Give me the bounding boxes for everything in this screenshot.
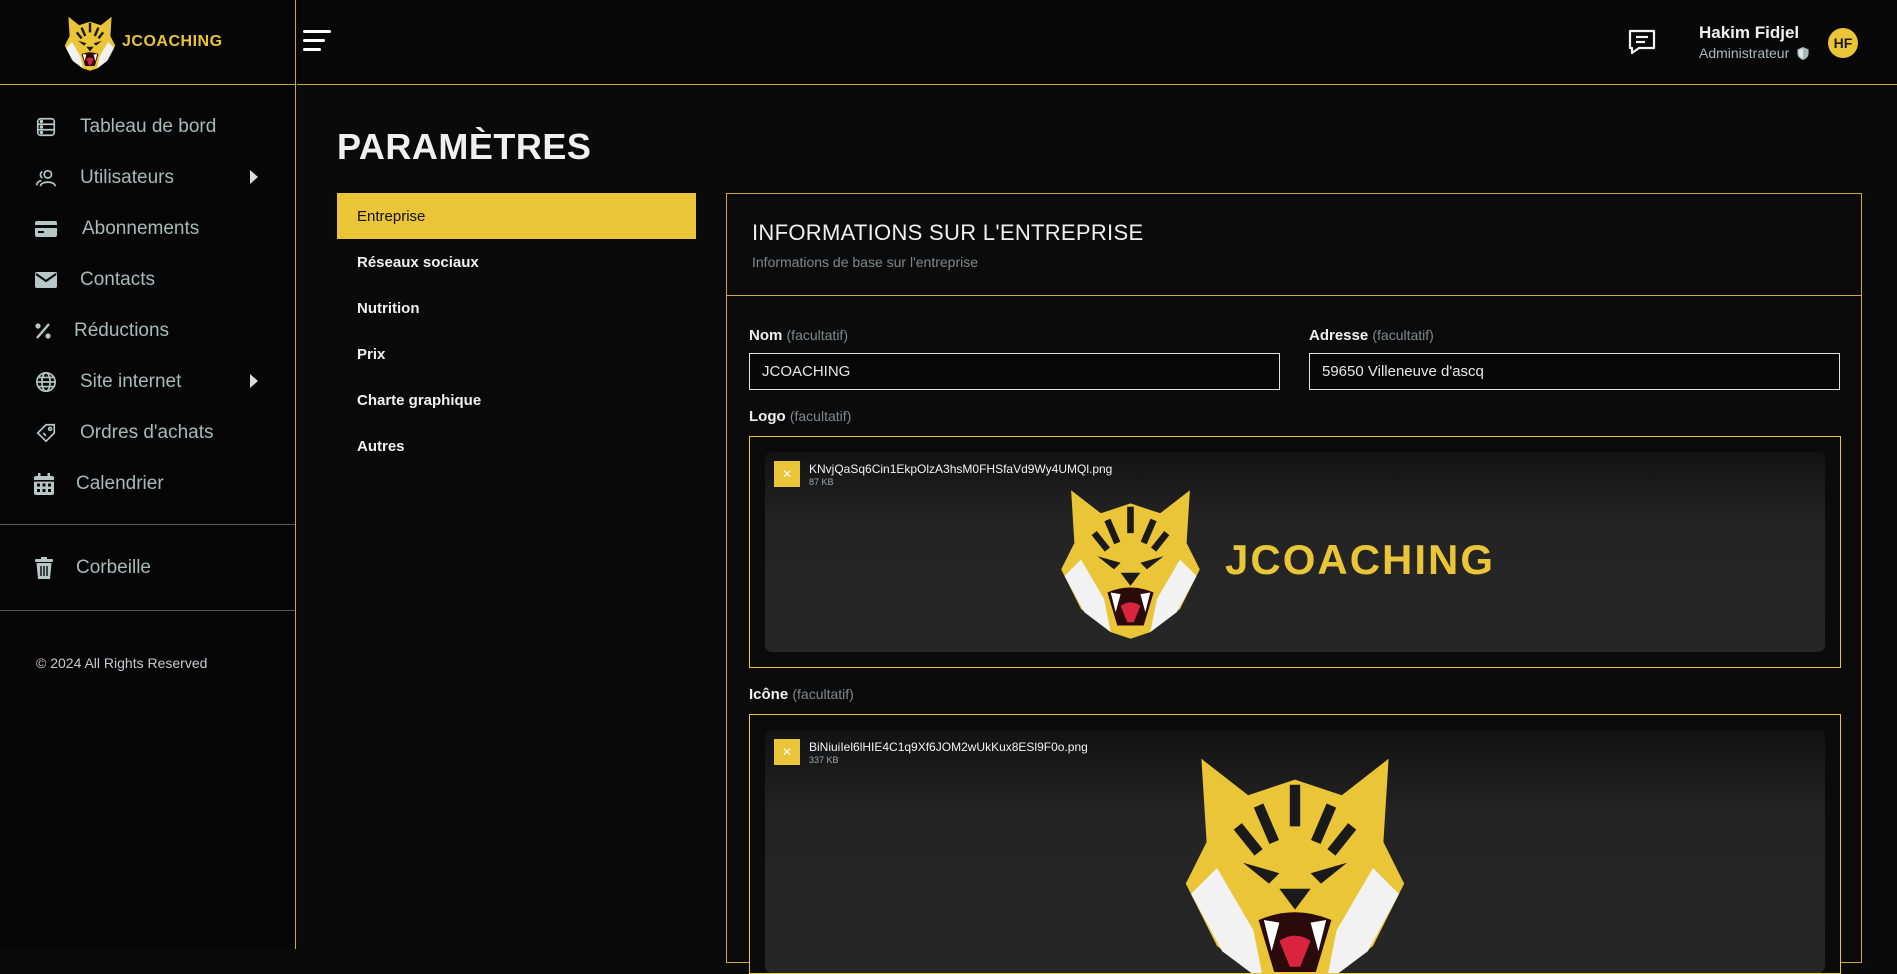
settings-nav: Entreprise Réseaux sociaux Nutrition Pri… bbox=[337, 193, 696, 469]
copyright-text: © 2024 All Rights Reserved bbox=[36, 655, 208, 671]
brand[interactable]: JCOACHING bbox=[0, 0, 295, 85]
credit-card-icon bbox=[34, 217, 58, 241]
sidebar-item-discounts[interactable]: Réductions bbox=[0, 305, 295, 356]
sidebar-item-label: Tableau de bord bbox=[80, 115, 217, 137]
file-name: BiNiuiIel6lHIE4C1q9Xf6JOM2wUkKux8ESl9F0o… bbox=[809, 740, 1088, 754]
logo-preview: ✕ KNvjQaSq6Cin1EkpOlzA3hsM0FHSfaVd9Wy4UM… bbox=[765, 452, 1825, 652]
sidebar-item-label: Utilisateurs bbox=[80, 166, 174, 188]
file-size: 87 KB bbox=[809, 477, 834, 487]
icon-dropzone[interactable]: ✕ BiNiuiIel6lHIE4C1q9Xf6JOM2wUkKux8ESl9F… bbox=[749, 714, 1841, 974]
user-role-text: Administrateur bbox=[1699, 45, 1790, 61]
name-label: Nom (facultatif) bbox=[749, 327, 848, 344]
shield-icon bbox=[1797, 47, 1809, 60]
brand-name: JCOACHING bbox=[122, 33, 223, 50]
address-label: Adresse (facultatif) bbox=[1309, 327, 1434, 344]
sidebar-item-website[interactable]: Site internet bbox=[0, 356, 295, 407]
icon-preview: ✕ BiNiuiIel6lHIE4C1q9Xf6JOM2wUkKux8ESl9F… bbox=[765, 730, 1825, 973]
sidebar-item-label: Corbeille bbox=[76, 556, 151, 578]
name-input[interactable] bbox=[749, 353, 1280, 390]
settings-tab-nutrition[interactable]: Nutrition bbox=[337, 285, 696, 331]
sidebar-item-users[interactable]: Utilisateurs bbox=[0, 152, 295, 203]
sidebar-divider bbox=[0, 524, 295, 525]
sidebar-item-label: Abonnements bbox=[82, 217, 200, 239]
user-role: Administrateur bbox=[1699, 45, 1809, 61]
panel-subtitle: Informations de base sur l'entreprise bbox=[752, 254, 979, 270]
sidebar: JCOACHING Tableau de bord Utilisateurs A… bbox=[0, 0, 296, 949]
tiger-logo-icon bbox=[1048, 477, 1213, 642]
sidebar-item-label: Ordres d'achats bbox=[80, 421, 214, 443]
page-title: PARAMÈTRES bbox=[337, 126, 592, 167]
logo-label-text: Logo bbox=[749, 408, 786, 425]
menu-toggle-icon[interactable] bbox=[303, 30, 331, 54]
sidebar-item-label: Calendrier bbox=[76, 472, 164, 494]
sidebar-item-orders[interactable]: Ordres d'achats bbox=[0, 407, 295, 458]
optional-hint: (facultatif) bbox=[792, 686, 854, 702]
logo-dropzone[interactable]: ✕ KNvjQaSq6Cin1EkpOlzA3hsM0FHSfaVd9Wy4UM… bbox=[749, 436, 1841, 668]
company-info-panel: INFORMATIONS SUR L'ENTREPRISE Informatio… bbox=[726, 193, 1862, 974]
dashboard-icon bbox=[34, 115, 58, 139]
settings-tab-price[interactable]: Prix bbox=[337, 331, 696, 377]
sidebar-nav: Tableau de bord Utilisateurs Abonnements… bbox=[0, 85, 295, 509]
sidebar-item-label: Site internet bbox=[80, 370, 182, 392]
tag-icon bbox=[34, 421, 58, 445]
file-name: KNvjQaSq6Cin1EkpOlzA3hsM0FHSfaVd9Wy4UMQl… bbox=[809, 462, 1113, 476]
panel-title: INFORMATIONS SUR L'ENTREPRISE bbox=[752, 220, 1144, 245]
logo-preview-text: JCOACHING bbox=[1225, 536, 1496, 583]
name-label-text: Nom bbox=[749, 327, 783, 344]
optional-hint: (facultatif) bbox=[1372, 327, 1434, 343]
sidebar-item-label: Réductions bbox=[74, 319, 170, 341]
settings-tab-branding[interactable]: Charte graphique bbox=[337, 377, 696, 423]
optional-hint: (facultatif) bbox=[786, 327, 848, 343]
logo-label: Logo (facultatif) bbox=[749, 408, 851, 425]
address-label-text: Adresse bbox=[1309, 327, 1369, 344]
sidebar-item-contacts[interactable]: Contacts bbox=[0, 254, 295, 305]
topbar: Hakim Fidjel Administrateur HF bbox=[297, 0, 1897, 85]
tiger-icon-preview bbox=[1165, 738, 1425, 973]
globe-icon bbox=[34, 370, 58, 394]
calendar-icon bbox=[34, 472, 54, 496]
icon-label-text: Icône bbox=[749, 686, 789, 703]
sidebar-item-calendar[interactable]: Calendrier bbox=[0, 458, 295, 509]
sidebar-item-trash[interactable]: Corbeille bbox=[0, 542, 295, 593]
tiger-logo-icon bbox=[60, 12, 120, 72]
file-size: 337 KB bbox=[809, 755, 839, 765]
trash-icon bbox=[34, 556, 54, 580]
sidebar-item-label: Contacts bbox=[80, 268, 155, 290]
remove-file-button[interactable]: ✕ bbox=[774, 461, 800, 487]
icon-label: Icône (facultatif) bbox=[749, 686, 854, 703]
avatar[interactable]: HF bbox=[1828, 28, 1858, 58]
chat-icon[interactable] bbox=[1627, 28, 1657, 56]
remove-file-button[interactable]: ✕ bbox=[774, 739, 800, 765]
settings-tab-social[interactable]: Réseaux sociaux bbox=[337, 239, 696, 285]
caret-right-icon[interactable] bbox=[250, 374, 258, 388]
sidebar-item-dashboard[interactable]: Tableau de bord bbox=[0, 101, 295, 152]
address-input[interactable] bbox=[1309, 353, 1840, 390]
caret-right-icon[interactable] bbox=[250, 170, 258, 184]
users-icon bbox=[34, 166, 58, 190]
settings-tab-company[interactable]: Entreprise bbox=[337, 193, 696, 239]
panel-header: INFORMATIONS SUR L'ENTREPRISE Informatio… bbox=[727, 194, 1861, 296]
optional-hint: (facultatif) bbox=[789, 408, 852, 424]
envelope-icon bbox=[34, 268, 58, 292]
user-name[interactable]: Hakim Fidjel bbox=[1699, 23, 1799, 43]
settings-tab-other[interactable]: Autres bbox=[337, 423, 696, 469]
sidebar-item-subscriptions[interactable]: Abonnements bbox=[0, 203, 295, 254]
percent-icon bbox=[34, 319, 52, 343]
